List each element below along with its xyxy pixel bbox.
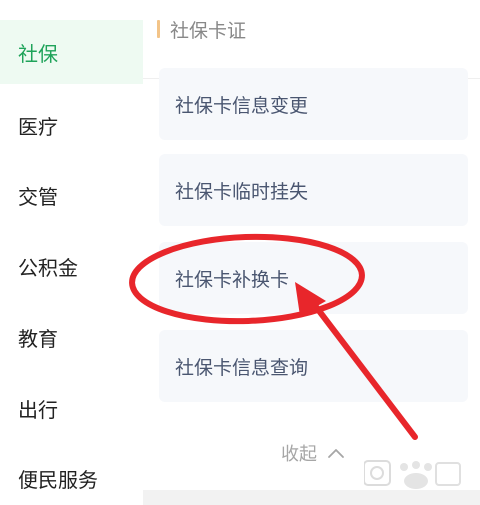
watermark-logo (364, 460, 461, 489)
sidebar-item-travel[interactable]: 出行 (0, 376, 143, 440)
sidebar-item-label: 教育 (18, 326, 58, 351)
section-accent-bar (157, 20, 160, 38)
sidebar-item-label: 公积金 (18, 255, 78, 280)
sidebar-item-label: 医疗 (18, 114, 58, 139)
sidebar-item-convenience[interactable]: 便民服务 (0, 446, 143, 505)
service-card-label: 社保卡信息变更 (175, 94, 309, 117)
service-card-replace-card[interactable]: 社保卡补换卡 (159, 242, 468, 314)
service-card-temporary-loss[interactable]: 社保卡临时挂失 (159, 154, 468, 226)
sidebar-item-label: 出行 (18, 397, 58, 422)
service-card-label: 社保卡临时挂失 (175, 180, 309, 203)
service-card-label: 社保卡信息查询 (175, 356, 309, 379)
service-card-info-change[interactable]: 社保卡信息变更 (159, 68, 468, 140)
collapse-button[interactable]: 收起 (281, 440, 345, 466)
sidebar-item-medical[interactable]: 医疗 (0, 93, 143, 157)
sidebar-item-housing-fund[interactable]: 公积金 (0, 234, 143, 298)
sidebar-item-social-security[interactable]: 社保 (0, 20, 143, 84)
service-card-info-query[interactable]: 社保卡信息查询 (159, 330, 468, 402)
category-sidebar: 社保 医疗 交管 公积金 教育 出行 便民服务 (0, 0, 143, 505)
sidebar-item-label: 社保 (18, 41, 58, 66)
section-title: 社保卡证 (170, 20, 247, 42)
sidebar-item-label: 便民服务 (18, 467, 98, 492)
app-screen: 社保 医疗 交管 公积金 教育 出行 便民服务 社保卡证 社保卡信息变更 社保卡… (0, 0, 480, 505)
sidebar-item-traffic[interactable]: 交管 (0, 163, 143, 227)
sidebar-item-label: 交管 (18, 184, 58, 209)
bottom-strip (143, 490, 480, 505)
collapse-label: 收起 (281, 444, 317, 465)
service-card-label: 社保卡补换卡 (175, 268, 290, 291)
sidebar-item-education[interactable]: 教育 (0, 305, 143, 369)
chevron-up-icon (328, 449, 344, 458)
service-panel: 社保卡证 社保卡信息变更 社保卡临时挂失 社保卡补换卡 社保卡信息查询 收起 (143, 0, 480, 505)
